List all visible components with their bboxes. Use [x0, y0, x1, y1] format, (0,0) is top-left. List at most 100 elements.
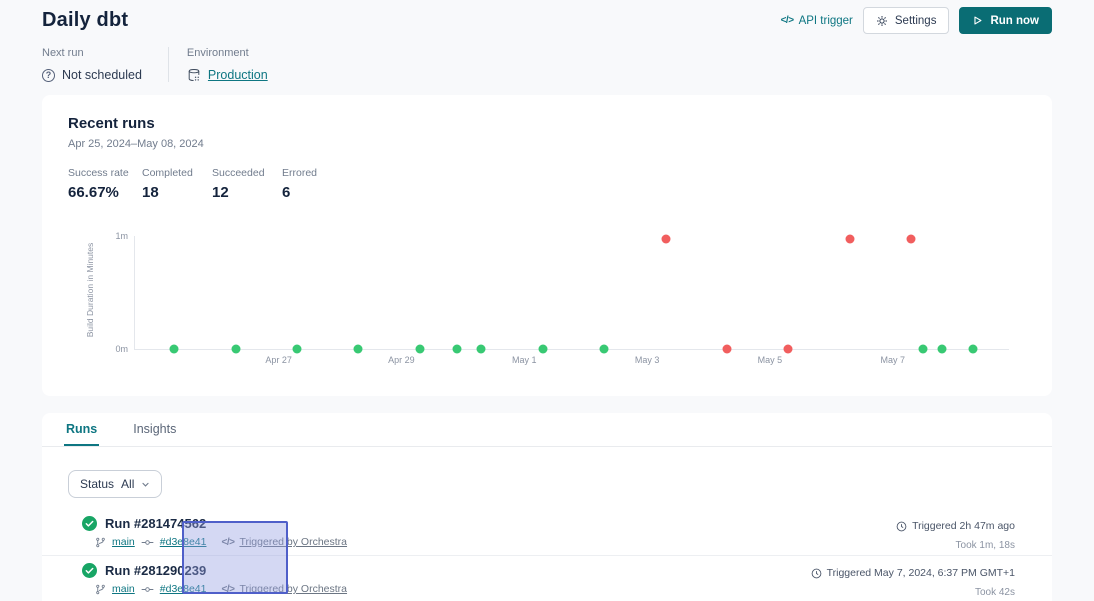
clock-icon: [896, 521, 907, 532]
chart-ytick-0m: 0m: [115, 344, 128, 354]
chart-point-error[interactable]: [784, 345, 793, 354]
run-row[interactable]: Run #281474562 main #d3e8e41 </>: [42, 509, 1052, 556]
code-icon: </>: [781, 15, 794, 26]
recent-runs-card: Recent runs Apr 25, 2024–May 08, 2024 Su…: [42, 95, 1052, 396]
run-now-label: Run now: [990, 15, 1039, 27]
database-icon: [187, 68, 201, 82]
environment-section: Environment Production: [168, 47, 294, 82]
chevron-down-icon: [141, 480, 150, 489]
trigger-source-link[interactable]: </> Triggered by Orchestra: [221, 536, 347, 548]
stat-value: 66.67%: [68, 184, 142, 201]
status-filter-value: All: [121, 477, 134, 491]
header-actions: </> API trigger Settings Run: [781, 7, 1052, 34]
stat-value: 12: [212, 184, 282, 201]
stat-label: Success rate: [68, 167, 142, 179]
commit-link[interactable]: #d3e8e41: [160, 536, 207, 548]
environment-label: Environment: [187, 47, 268, 59]
tabs: Runs Insights: [42, 413, 1052, 447]
chart-point-success[interactable]: [919, 345, 928, 354]
chart-point-success[interactable]: [937, 345, 946, 354]
stat-label: Completed: [142, 167, 212, 179]
run-triggered-text: Triggered May 7, 2024, 6:37 PM GMT+1: [827, 567, 1015, 579]
stats-row: Success rate 66.67% Completed 18 Succeed…: [68, 167, 1026, 201]
page-header: Daily dbt </> API trigger Settings: [0, 0, 1094, 34]
stat-label: Errored: [282, 167, 317, 179]
stat-success-rate: Success rate 66.67%: [68, 167, 142, 201]
trigger-source-label: Triggered by Orchestra: [239, 583, 347, 595]
chart-point-success[interactable]: [231, 345, 240, 354]
chart-point-success[interactable]: [354, 345, 363, 354]
chart-point-success[interactable]: [170, 345, 179, 354]
branch-link[interactable]: main: [112, 583, 135, 595]
chart-xtick: May 5: [758, 355, 783, 365]
code-icon: </>: [221, 584, 234, 595]
chart-point-success[interactable]: [293, 345, 302, 354]
settings-button[interactable]: Settings: [863, 7, 950, 34]
commit-icon: [141, 584, 154, 595]
play-icon: [972, 15, 983, 26]
chart-point-error[interactable]: [661, 235, 670, 244]
commit-link[interactable]: #d3e8e41: [160, 583, 207, 595]
chart-point-success[interactable]: [968, 345, 977, 354]
next-run-value: ? Not scheduled: [42, 68, 142, 82]
trigger-source-label: Triggered by Orchestra: [239, 536, 347, 548]
stat-completed: Completed 18: [142, 167, 212, 201]
chart-point-success[interactable]: [477, 345, 486, 354]
git-branch-icon: [95, 537, 106, 548]
api-trigger-label: API trigger: [799, 15, 853, 27]
trigger-source-link[interactable]: </> Triggered by Orchestra: [221, 583, 347, 595]
build-duration-chart: Build Duration in Minutes 1m 0m Apr 27Ap…: [68, 215, 1026, 365]
chart-point-success[interactable]: [600, 345, 609, 354]
branch-link[interactable]: main: [112, 536, 135, 548]
next-run-section: Next run ? Not scheduled: [42, 47, 168, 82]
chart-point-error[interactable]: [722, 345, 731, 354]
gear-icon: [876, 15, 888, 27]
chart-point-success[interactable]: [415, 345, 424, 354]
run-triggered-text: Triggered 2h 47m ago: [912, 520, 1015, 532]
tab-runs[interactable]: Runs: [64, 413, 99, 446]
chart-y-axis-title: Build Duration in Minutes: [85, 243, 95, 338]
job-page: Daily dbt </> API trigger Settings: [0, 0, 1094, 601]
run-title[interactable]: Run #281290239: [105, 563, 206, 578]
runs-list: Run #281474562 main #d3e8e41 </>: [42, 509, 1052, 601]
stat-succeeded: Succeeded 12: [212, 167, 282, 201]
chart-point-error[interactable]: [907, 235, 916, 244]
stat-errored: Errored 6: [282, 167, 317, 201]
recent-runs-date-range: Apr 25, 2024–May 08, 2024: [68, 138, 1026, 150]
stat-value: 6: [282, 184, 317, 201]
chart-point-success[interactable]: [538, 345, 547, 354]
status-filter-label: Status: [80, 477, 114, 491]
recent-runs-title: Recent runs: [68, 115, 1026, 132]
settings-label: Settings: [895, 15, 937, 27]
run-now-button[interactable]: Run now: [959, 7, 1052, 34]
help-icon: ?: [42, 69, 55, 82]
chart-point-error[interactable]: [845, 235, 854, 244]
chart-xtick: Apr 29: [388, 355, 415, 365]
run-row[interactable]: Run #281290239 main #d3e8e41 </>: [42, 556, 1052, 601]
next-run-label: Next run: [42, 47, 142, 59]
environment-link[interactable]: Production: [208, 68, 268, 82]
chart-ytick-1m: 1m: [115, 231, 128, 241]
stat-label: Succeeded: [212, 167, 282, 179]
git-branch-icon: [95, 584, 106, 595]
tab-insights[interactable]: Insights: [131, 413, 178, 446]
runs-card: Runs Insights Status All Run #281474562: [42, 413, 1052, 601]
commit-icon: [141, 537, 154, 548]
code-icon: </>: [221, 537, 234, 548]
chart-xtick: Apr 27: [265, 355, 292, 365]
chart-xtick: May 3: [635, 355, 660, 365]
next-run-text: Not scheduled: [62, 68, 142, 82]
run-title[interactable]: Run #281474562: [105, 516, 206, 531]
job-meta: Next run ? Not scheduled Environment: [0, 34, 1094, 82]
page-title: Daily dbt: [42, 9, 128, 32]
api-trigger-link[interactable]: </> API trigger: [781, 15, 853, 27]
status-filter[interactable]: Status All: [68, 470, 162, 498]
check-circle-icon: [82, 563, 97, 578]
chart-point-success[interactable]: [452, 345, 461, 354]
check-circle-icon: [82, 516, 97, 531]
chart-plot-area: 1m 0m Apr 27Apr 29May 1May 3May 5May 7: [134, 236, 1009, 350]
chart-xtick: May 7: [881, 355, 906, 365]
stat-value: 18: [142, 184, 212, 201]
clock-icon: [811, 568, 822, 579]
run-duration-text: Took 42s: [811, 587, 1015, 598]
